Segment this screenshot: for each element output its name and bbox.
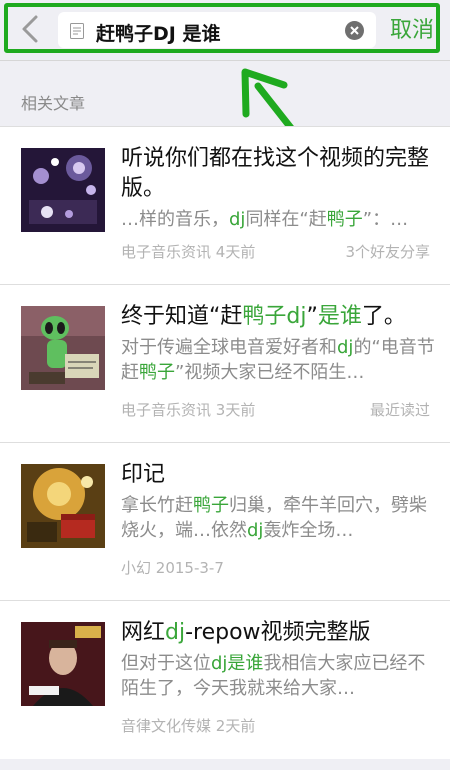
article-meta: 电子音乐资讯 3天前 最近读过 bbox=[121, 399, 436, 420]
article-thumbnail bbox=[21, 306, 105, 390]
article-title: 听说你们都在找这个视频的完整版。 bbox=[121, 146, 430, 201]
article-item[interactable]: 印记 拿长竹赶鸭子归巢，牵牛羊回穴，劈柴烧火，端…依然dj轰炸全场… 小幻 20… bbox=[0, 443, 450, 601]
article-summary: 对于传遍全球电音爱好者和dj的“电音节赶鸭子”视频大家已经不陌生… bbox=[121, 337, 435, 383]
article-thumbnail bbox=[21, 622, 105, 706]
article-source: 音律文化传媒 bbox=[121, 717, 212, 735]
article-item[interactable]: 听说你们都在找这个视频的完整版。 …样的音乐，dj同样在“赶鸭子”：… 电子音乐… bbox=[0, 127, 450, 285]
article-time: 4天前 bbox=[215, 243, 256, 261]
article-extra: 3个好友分享 bbox=[345, 243, 430, 261]
article-time: 2015-3-7 bbox=[155, 559, 224, 577]
article-title: 印记 bbox=[121, 462, 166, 487]
article-time: 3天前 bbox=[215, 401, 256, 419]
article-summary: 但对于这位dj是谁我相信大家应已经不陌生了，今天我就来给大家… bbox=[121, 653, 426, 699]
article-meta: 小幻 2015-3-7 bbox=[121, 557, 436, 578]
article-thumbnail bbox=[21, 148, 105, 232]
search-header: 赶鸭子DJ 是谁 取消 bbox=[0, 0, 450, 61]
article-thumbnail bbox=[21, 464, 105, 548]
article-summary: 拿长竹赶鸭子归巢，牵牛羊回穴，劈柴烧火，端…依然dj轰炸全场… bbox=[121, 495, 427, 541]
article-item[interactable]: 网红dj-repow视频完整版 但对于这位dj是谁我相信大家应已经不陌生了，今天… bbox=[0, 601, 450, 759]
section-title: 相关文章 bbox=[21, 94, 86, 113]
article-item[interactable]: 终于知道“赶鸭子dj”是谁了。 对于传遍全球电音爱好者和dj的“电音节赶鸭子”视… bbox=[0, 285, 450, 443]
article-list: 听说你们都在找这个视频的完整版。 …样的音乐，dj同样在“赶鸭子”：… 电子音乐… bbox=[0, 126, 450, 759]
article-title: 终于知道“赶鸭子dj”是谁了。 bbox=[121, 304, 406, 329]
article-summary: …样的音乐，dj同样在“赶鸭子”：… bbox=[121, 209, 409, 230]
article-source: 电子音乐资讯 bbox=[121, 243, 212, 261]
article-meta: 音律文化传媒 2天前 bbox=[121, 715, 436, 736]
article-source: 电子音乐资讯 bbox=[121, 401, 212, 419]
article-extra: 最近读过 bbox=[369, 401, 430, 419]
article-source: 小幻 bbox=[121, 559, 152, 577]
article-meta: 电子音乐资讯 4天前 3个好友分享 bbox=[121, 241, 436, 262]
annotation-highlight-box bbox=[4, 3, 440, 53]
article-title: 网红dj-repow视频完整版 bbox=[121, 620, 371, 645]
article-time: 2天前 bbox=[215, 717, 256, 735]
